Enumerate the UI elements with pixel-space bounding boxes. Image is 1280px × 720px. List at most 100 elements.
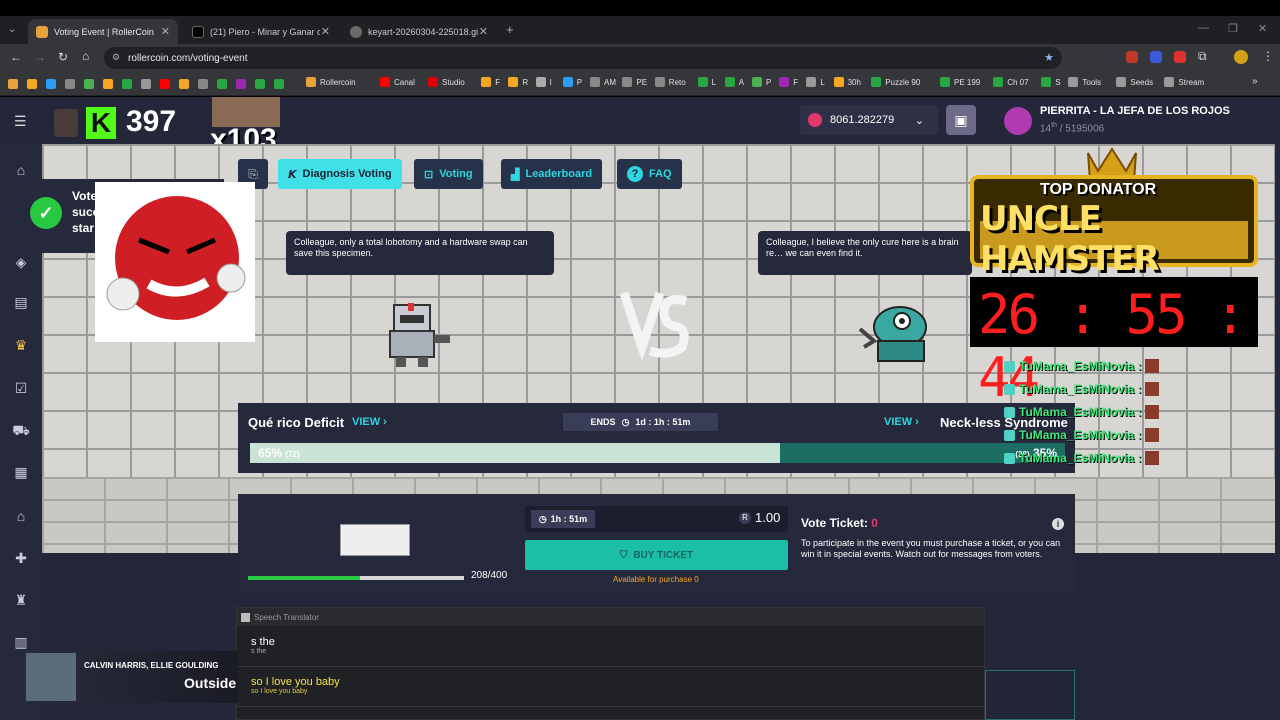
- bookmark-label: S: [1055, 77, 1061, 87]
- rank-number: 14: [1040, 123, 1052, 135]
- tab-keyart-gif[interactable]: keyart-20260304-225018.gif (1… ✕: [342, 19, 496, 44]
- tab-leaderboard[interactable]: ▟ Leaderboard: [501, 159, 603, 189]
- close-tab-icon[interactable]: ✕: [479, 25, 488, 38]
- vote-ticket-label: Vote Ticket:: [801, 516, 868, 530]
- sidebar-gift-icon[interactable]: ✚: [12, 550, 30, 566]
- bookmark-icon[interactable]: [122, 79, 132, 89]
- ticket-timer: 1h : 51m: [550, 514, 588, 524]
- tab-label: Diagnosis Voting: [302, 168, 392, 180]
- extension-icon[interactable]: [1126, 51, 1138, 63]
- bookmark-favicon-icon: [779, 77, 790, 87]
- bookmark-icon[interactable]: [160, 79, 170, 89]
- tab-search-icon[interactable]: ⌄: [8, 24, 16, 35]
- sidebar-bank-icon[interactable]: ⌂: [12, 508, 30, 524]
- close-window-icon[interactable]: ✕: [1258, 22, 1267, 35]
- streamer-avatar: [54, 109, 78, 137]
- bookmark-icon[interactable]: [274, 79, 284, 89]
- sidebar-game-icon[interactable]: ◈: [12, 254, 30, 270]
- bookmark-item[interactable]: PE: [622, 77, 647, 87]
- tab-faq[interactable]: ? FAQ: [617, 159, 682, 189]
- tab-voting[interactable]: ⊡ Voting: [414, 159, 483, 189]
- wallet-button[interactable]: ▣: [946, 105, 976, 135]
- sidebar-tasks-icon[interactable]: ☑: [12, 380, 30, 396]
- right-view-link[interactable]: VIEW ›: [884, 416, 919, 428]
- new-tab-icon[interactable]: +: [506, 22, 514, 37]
- bookmark-item[interactable]: Seeds: [1116, 77, 1153, 87]
- bookmark-star-icon[interactable]: ★: [1044, 51, 1054, 64]
- bookmark-icon[interactable]: [217, 79, 227, 89]
- bookmark-item[interactable]: I: [535, 77, 552, 87]
- bookmark-item[interactable]: P: [752, 77, 771, 87]
- site-info-icon[interactable]: ⚙: [112, 52, 120, 63]
- left-view-link[interactable]: VIEW ›: [352, 416, 387, 428]
- minimize-window-icon[interactable]: —: [1198, 22, 1209, 34]
- sidebar-inventory-icon[interactable]: ▤: [12, 294, 30, 310]
- sidebar-chart-icon[interactable]: ▥: [12, 634, 30, 650]
- reload-icon[interactable]: ↻: [58, 50, 68, 64]
- tab-title: Voting Event | RollerCoin: [54, 26, 154, 37]
- back-icon[interactable]: ←: [10, 50, 22, 64]
- extension-icon[interactable]: [1174, 51, 1186, 63]
- bookmark-item[interactable]: Rollercoin: [306, 77, 356, 87]
- more-bookmarks-icon[interactable]: »: [1252, 76, 1258, 87]
- info-icon[interactable]: i: [1052, 518, 1064, 530]
- bookmark-item[interactable]: Stream: [1164, 77, 1204, 87]
- sidebar-cart-icon[interactable]: ⛟: [12, 422, 30, 438]
- bookmark-icon[interactable]: [198, 79, 208, 89]
- buy-ticket-button[interactable]: ⛉ BUY TICKET: [525, 540, 788, 570]
- bookmark-item[interactable]: 30h: [833, 77, 861, 87]
- bookmark-icon[interactable]: [46, 79, 56, 89]
- bookmark-icon[interactable]: [236, 79, 246, 89]
- balance-dropdown[interactable]: 8061.282279 ⌄: [800, 105, 938, 135]
- bookmark-icon[interactable]: [255, 79, 265, 89]
- bookmark-item[interactable]: L: [697, 77, 716, 87]
- bookmark-item[interactable]: F: [481, 77, 500, 87]
- bookmark-icon[interactable]: [8, 79, 18, 89]
- tab-voting-event[interactable]: Voting Event | RollerCoin ✕: [28, 19, 178, 44]
- chat-username: TuMama_EsMiNovia :: [1019, 382, 1142, 396]
- user-avatar[interactable]: [1004, 107, 1032, 135]
- extension-icon[interactable]: [1150, 51, 1162, 63]
- bookmark-item[interactable]: Ch 07: [993, 77, 1029, 87]
- bookmark-icon[interactable]: [179, 79, 189, 89]
- sidebar-crown-icon[interactable]: ♛: [12, 337, 30, 353]
- username[interactable]: PIERRITA - LA JEFA DE LOS ROJOS: [1040, 105, 1230, 117]
- chat-row: TuMama_EsMiNovia :: [1004, 359, 1160, 373]
- bookmark-item[interactable]: Canal: [380, 77, 415, 87]
- bookmark-item[interactable]: Tools: [1068, 77, 1101, 87]
- sidebar-trophy-icon[interactable]: ♜: [12, 592, 30, 608]
- restore-window-icon[interactable]: ❐: [1228, 22, 1238, 35]
- bookmark-icon[interactable]: [84, 79, 94, 89]
- bookmark-item[interactable]: A: [724, 77, 744, 87]
- bookmark-item[interactable]: PE 199: [940, 77, 980, 87]
- profile-avatar[interactable]: [1234, 50, 1248, 64]
- bookmark-item[interactable]: L: [806, 77, 825, 87]
- bookmark-item[interactable]: Puzzle 90: [871, 77, 920, 87]
- bookmark-item[interactable]: Studio: [428, 77, 465, 87]
- ticket-progress-text: 208/400: [471, 570, 508, 581]
- tab-x-piero[interactable]: (21) Piero - Minar y Ganar on X ✕: [184, 19, 338, 44]
- bookmark-icon[interactable]: [27, 79, 37, 89]
- bookmark-item[interactable]: F: [779, 77, 798, 87]
- forward-icon[interactable]: →: [34, 50, 46, 64]
- close-tab-icon[interactable]: ✕: [161, 25, 170, 38]
- bookmark-icon[interactable]: [141, 79, 151, 89]
- home-icon[interactable]: ⌂: [82, 49, 89, 63]
- url-input[interactable]: ⚙ rollercoin.com/voting-event ★: [104, 47, 1062, 69]
- chat-badge-icon: [1004, 429, 1015, 441]
- tab-diagnosis-voting[interactable]: 𝙆 Diagnosis Voting: [278, 159, 402, 189]
- bookmark-item[interactable]: AM: [590, 77, 616, 87]
- sidebar-store-icon[interactable]: ▦: [12, 464, 30, 480]
- bookmark-item[interactable]: S: [1041, 77, 1061, 87]
- close-tab-icon[interactable]: ✕: [321, 25, 330, 38]
- menu-kebab-icon[interactable]: ⋮: [1262, 49, 1274, 63]
- bookmark-item[interactable]: P: [562, 77, 582, 87]
- sidebar-home-icon[interactable]: ⌂: [12, 162, 30, 178]
- bookmark-item[interactable]: R: [508, 77, 528, 87]
- bookmark-icon[interactable]: [65, 79, 75, 89]
- bookmark-icon[interactable]: [103, 79, 113, 89]
- bookmark-item[interactable]: Reto: [654, 77, 686, 87]
- hamburger-menu-icon[interactable]: ☰: [14, 113, 27, 130]
- bookmark-favicon-icon: [428, 77, 438, 87]
- extensions-puzzle-icon[interactable]: ⧉: [1198, 49, 1207, 64]
